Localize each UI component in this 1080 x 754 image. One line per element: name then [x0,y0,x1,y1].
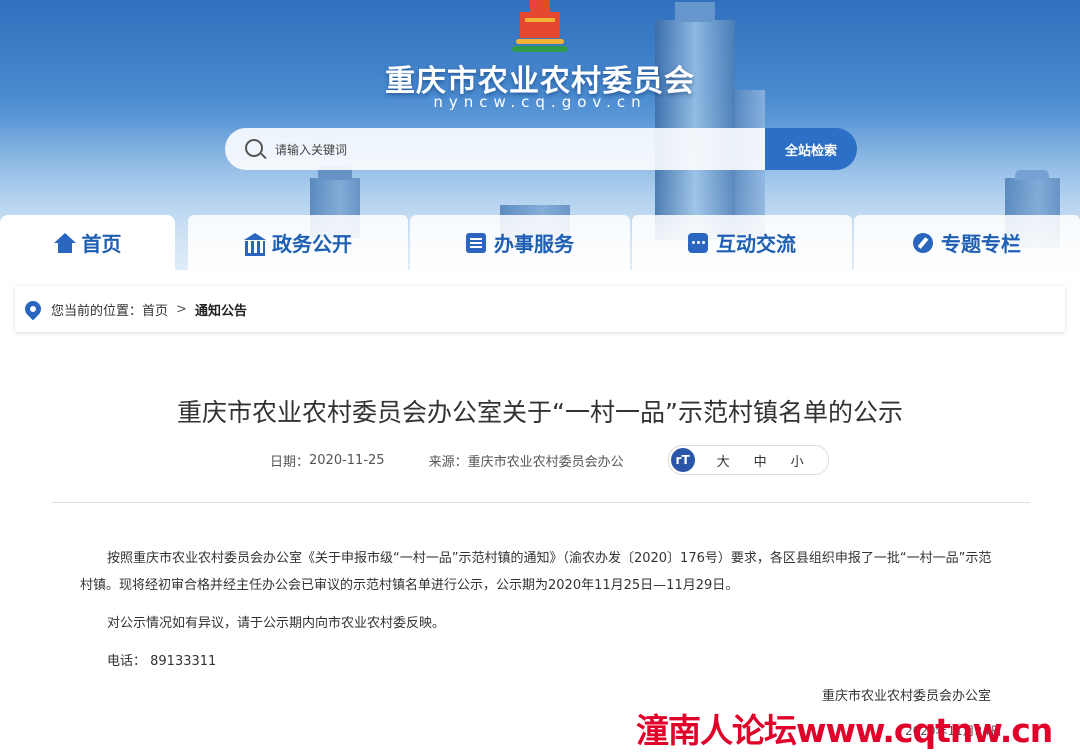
article-date: 2020-11-25 [309,452,385,468]
article-signer: 重庆市农业农村委员会办公室 [822,689,992,704]
nav-item-label: 互动交流 [716,232,796,256]
article-phone: 电话： 89133311 [107,654,217,669]
breadcrumb: 您当前的位置： 首页 > 通知公告 [15,286,1065,332]
font-size-icon: rT [670,448,695,472]
font-size-medium-button[interactable]: 中 [754,451,767,470]
breadcrumb-prefix: 您当前的位置： [51,303,143,319]
breadcrumb-separator: > [176,301,187,317]
main-nav: 首页 政务公开 办事服务 互动交流 专题专栏 [0,215,1080,270]
font-size-large-button[interactable]: 大 [717,451,730,470]
location-pin-icon [21,297,45,321]
search-box [225,128,767,172]
search-bar: 全站检索 [225,128,857,172]
search-input[interactable] [273,128,757,172]
nav-item-label: 专题专栏 [941,232,1021,256]
nav-item-topics[interactable]: 专题专栏 [854,215,1080,270]
nav-item-interaction[interactable]: 互动交流 [632,215,852,270]
government-building-icon [244,232,266,256]
site-logo-icon [512,0,568,52]
font-size-switcher: rT 大 中 小 [667,445,829,475]
site-domain: nyncw.cq.gov.cn [433,93,647,111]
nav-item-home[interactable]: 首页 [0,215,175,270]
nav-item-label: 政务公开 [272,232,352,256]
service-list-icon [466,232,486,253]
nav-item-label: 办事服务 [494,232,574,256]
source-label: 来源： [428,454,468,470]
date-label: 日期： [270,454,310,470]
chat-icon [688,232,708,253]
article-title: 重庆市农业农村委员会办公室关于“一村一品”示范村镇名单的公示 [177,398,903,427]
article-body: 按照重庆市农业农村委员会办公室《关于申报市级“一村一品”示范村镇的通知》（渝农办… [80,545,1000,686]
font-size-small-button[interactable]: 小 [791,451,804,470]
home-icon [53,232,76,253]
title-divider [52,502,1030,503]
nav-item-label: 首页 [81,232,122,256]
breadcrumb-home-link[interactable]: 首页 [142,300,168,319]
search-button[interactable]: 全站检索 [765,128,857,170]
article-paragraph: 对公示情况如有异议，请于公示期内向市农业农村委反映。 [107,616,446,631]
article-meta: 日期： 2020-11-25 来源： 重庆市农业农村委员会办公 rT 大 中 小 [270,445,829,475]
watermark: 潼南人论坛www.cqtnw.cn [636,711,1053,750]
article-source: 重庆市农业农村委员会办公 [467,454,624,470]
nav-item-services[interactable]: 办事服务 [410,215,630,270]
search-icon [245,139,263,157]
nav-item-government-affairs[interactable]: 政务公开 [188,215,408,270]
compass-icon [913,232,933,253]
article-paragraph: 按照重庆市农业农村委员会办公室《关于申报市级“一村一品”示范村镇的通知》（渝农办… [80,551,992,593]
breadcrumb-current[interactable]: 通知公告 [195,300,247,319]
